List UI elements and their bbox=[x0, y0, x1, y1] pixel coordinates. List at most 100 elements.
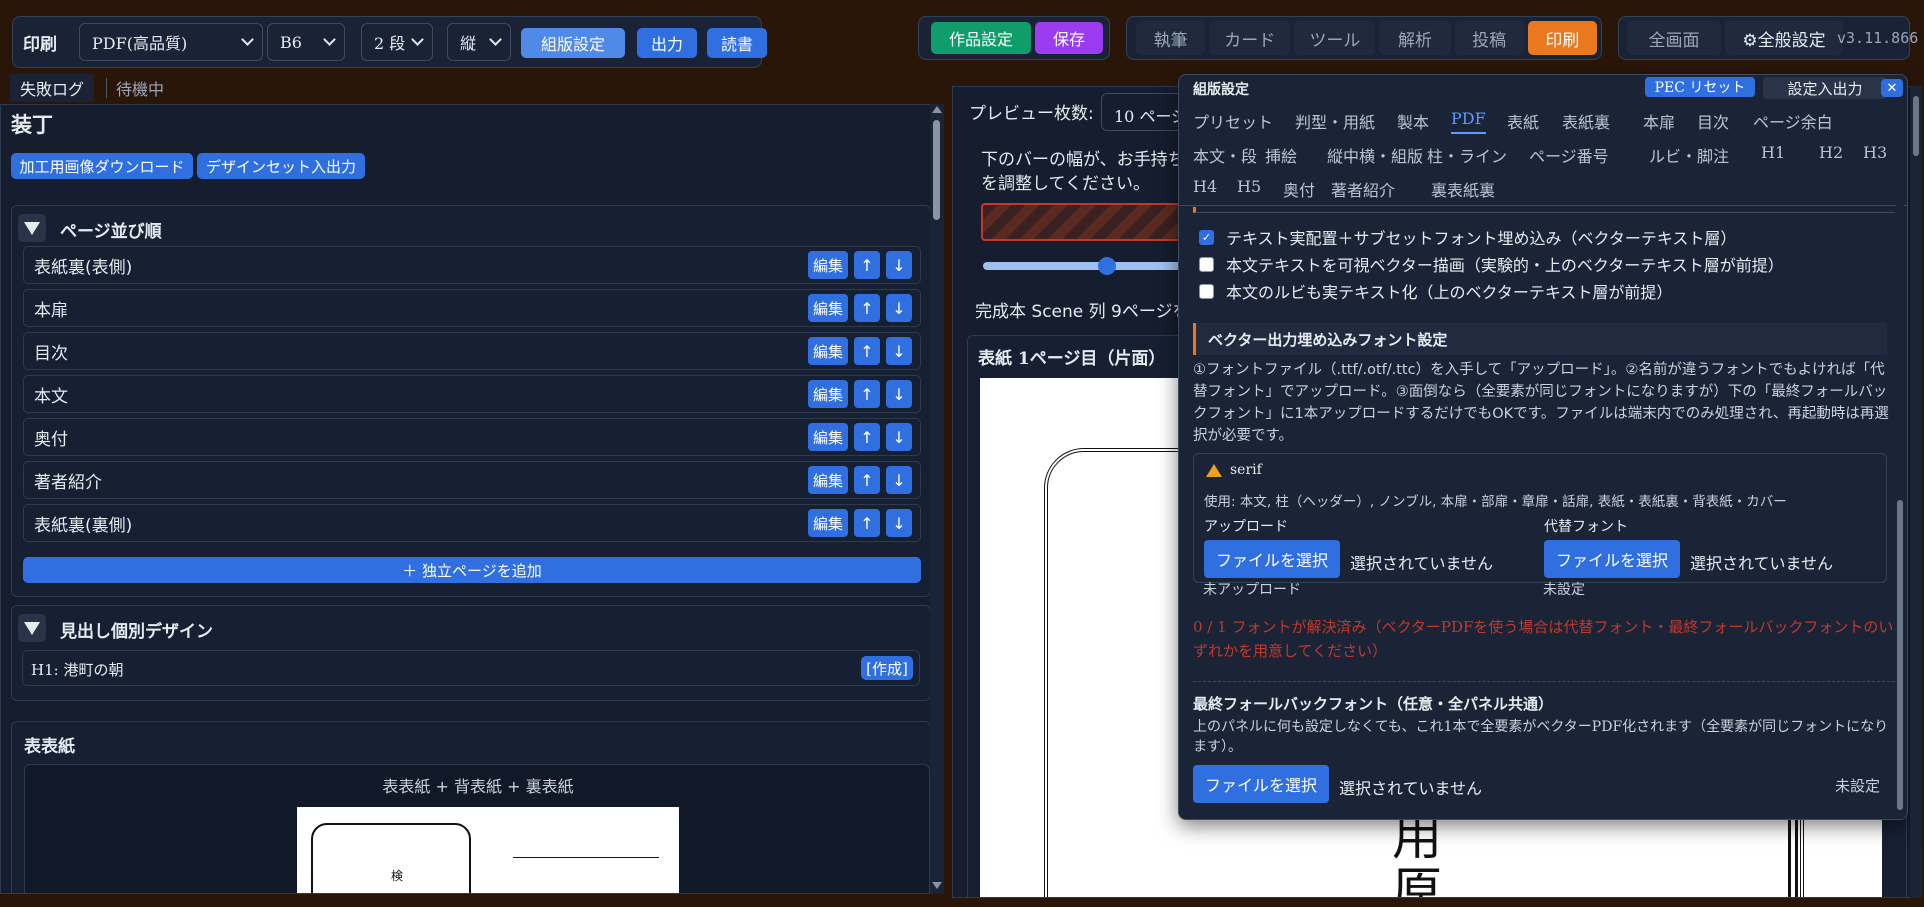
width-slider-thumb[interactable] bbox=[1098, 257, 1117, 275]
move-down-icon[interactable]: ↓ bbox=[886, 251, 912, 279]
format-select[interactable]: PDF(高品質) bbox=[79, 23, 263, 61]
download-image-button[interactable]: 加工用画像ダウンロード bbox=[11, 153, 193, 179]
scroll-up-icon[interactable] bbox=[932, 106, 942, 113]
size-select[interactable]: B6 bbox=[267, 23, 345, 61]
move-down-icon[interactable]: ↓ bbox=[886, 423, 912, 451]
tab-tools[interactable]: ツール bbox=[1294, 21, 1376, 55]
dialog-tab[interactable]: 裏表紙裏 bbox=[1431, 177, 1495, 201]
move-up-icon[interactable]: ↑ bbox=[854, 380, 880, 408]
width-slider-track[interactable] bbox=[983, 262, 1183, 270]
move-down-icon[interactable]: ↓ bbox=[886, 509, 912, 537]
output-button[interactable]: 出力 bbox=[637, 28, 697, 58]
read-button[interactable]: 読書 bbox=[707, 28, 767, 58]
page-order-row: 表紙裏(裏側) 編集 ↑ ↓ bbox=[23, 504, 921, 542]
edit-button[interactable]: 編集 bbox=[808, 509, 848, 537]
chevron-down-icon bbox=[411, 33, 424, 46]
move-up-icon[interactable]: ↑ bbox=[854, 466, 880, 494]
edit-button[interactable]: 編集 bbox=[808, 337, 848, 365]
page-label: 表紙 1ページ目（片面） bbox=[978, 349, 1166, 369]
move-up-icon[interactable]: ↑ bbox=[854, 251, 880, 279]
edit-button[interactable]: 編集 bbox=[808, 466, 848, 494]
dialog-tab[interactable]: 表紙 bbox=[1507, 109, 1539, 133]
general-settings-button[interactable]: ⚙全般設定 bbox=[1725, 21, 1843, 55]
edit-button[interactable]: 編集 bbox=[808, 423, 848, 451]
dialog-tab[interactable]: H1 bbox=[1761, 143, 1785, 162]
move-down-icon[interactable]: ↓ bbox=[886, 294, 912, 322]
scroll-thumb[interactable] bbox=[933, 120, 940, 220]
tab-post[interactable]: 投稿 bbox=[1454, 21, 1524, 55]
upload-file-button[interactable]: ファイルを選択 bbox=[1204, 540, 1340, 578]
designset-io-button[interactable]: デザインセット入出力 bbox=[197, 153, 365, 179]
pdf-option-label: 本文テキストを可視ベクター描画（実験的・上のベクターテキスト層が前提） bbox=[1226, 256, 1784, 275]
page-scroll-thumb[interactable] bbox=[1913, 96, 1919, 156]
alt-font-file-button[interactable]: ファイルを選択 bbox=[1544, 540, 1680, 578]
upload-file-status: 選択されていません bbox=[1350, 554, 1494, 573]
dialog-tab[interactable]: ページ番号 bbox=[1529, 143, 1609, 167]
checkbox-checked-icon[interactable]: ✓ bbox=[1199, 229, 1214, 245]
collapse-toggle-icon[interactable] bbox=[18, 614, 46, 642]
dialog-tab[interactable]: H5 bbox=[1237, 177, 1261, 196]
edit-button[interactable]: 編集 bbox=[808, 251, 848, 279]
orientation-select[interactable]: 縦 bbox=[447, 23, 511, 61]
tab-write[interactable]: 執筆 bbox=[1136, 21, 1206, 55]
dialog-tab[interactable]: 本扉 bbox=[1643, 109, 1675, 133]
save-button[interactable]: 保存 bbox=[1035, 22, 1103, 54]
dialog-scroll-thumb[interactable] bbox=[1897, 500, 1903, 810]
project-controls: 作品設定 保存 bbox=[918, 16, 1110, 60]
pdf-option-row[interactable]: 本文テキストを可視ベクター描画（実験的・上のベクターテキスト層が前提） bbox=[1199, 252, 1784, 276]
project-settings-button[interactable]: 作品設定 bbox=[931, 22, 1031, 54]
dialog-tab[interactable]: H2 bbox=[1819, 143, 1843, 162]
move-down-icon[interactable]: ↓ bbox=[886, 337, 912, 365]
dialog-tab[interactable]: 目次 bbox=[1697, 109, 1729, 133]
tab-print[interactable]: 印刷 bbox=[1527, 21, 1597, 55]
dialog-tab[interactable]: プリセット bbox=[1193, 109, 1273, 133]
dialog-tab[interactable]: H3 bbox=[1863, 143, 1887, 162]
dialog-tab[interactable]: ページ余白 bbox=[1753, 109, 1833, 133]
layout-settings-button[interactable]: 組版設定 bbox=[521, 28, 625, 58]
close-icon[interactable]: ✕ bbox=[1881, 79, 1903, 97]
tab-card[interactable]: カード bbox=[1209, 21, 1291, 55]
move-up-icon[interactable]: ↑ bbox=[854, 294, 880, 322]
toolbar-title: 印刷 bbox=[23, 35, 57, 55]
move-down-icon[interactable]: ↓ bbox=[886, 380, 912, 408]
pdf-option-row[interactable]: ✓ テキスト実配置＋サブセットフォント埋め込み（ベクターテキスト層） bbox=[1199, 225, 1736, 249]
settings-io-button[interactable]: 設定入出力 bbox=[1763, 77, 1887, 99]
move-up-icon[interactable]: ↑ bbox=[854, 337, 880, 365]
alt-font-file-status: 選択されていません bbox=[1690, 554, 1834, 573]
tab-failed-log[interactable]: 失敗ログ bbox=[10, 74, 95, 102]
dialog-tab[interactable]: 柱・ライン bbox=[1427, 143, 1507, 167]
fallback-file-button[interactable]: ファイルを選択 bbox=[1193, 765, 1329, 803]
fullscreen-button[interactable]: 全画面 bbox=[1627, 21, 1721, 55]
dialog-tab[interactable]: 判型・用紙 bbox=[1295, 109, 1375, 133]
tab-analysis[interactable]: 解析 bbox=[1379, 21, 1451, 55]
reset-button[interactable]: PEC リセット bbox=[1645, 77, 1755, 97]
checkbox[interactable] bbox=[1199, 256, 1214, 272]
dialog-tab[interactable]: 製本 bbox=[1397, 109, 1429, 133]
page-scrollbar[interactable] bbox=[1910, 86, 1922, 898]
dialog-tab[interactable]: 挿絵 bbox=[1265, 143, 1297, 167]
dialog-tab[interactable]: ルビ・脚注 bbox=[1649, 143, 1729, 167]
move-up-icon[interactable]: ↑ bbox=[854, 509, 880, 537]
edit-button[interactable]: 編集 bbox=[808, 294, 848, 322]
checkbox[interactable] bbox=[1199, 283, 1214, 299]
dialog-tab[interactable]: 著者紹介 bbox=[1331, 177, 1395, 201]
dialog-tab[interactable]: H4 bbox=[1193, 177, 1217, 196]
dialog-scrollbar[interactable] bbox=[1896, 200, 1904, 816]
tab-waiting[interactable]: 待機中 bbox=[116, 76, 164, 100]
collapse-toggle-icon[interactable] bbox=[18, 214, 46, 242]
move-down-icon[interactable]: ↓ bbox=[886, 466, 912, 494]
pdf-option-row[interactable]: 本文のルビも実テキスト化（上のベクターテキスト層が前提） bbox=[1199, 279, 1672, 303]
dialog-tab[interactable]: 縦中横・組版 bbox=[1327, 143, 1423, 167]
dialog-tab[interactable]: 本文・段 bbox=[1193, 143, 1257, 167]
add-page-button[interactable]: ＋ 独立ページを追加 bbox=[23, 557, 921, 583]
scroll-down-icon[interactable] bbox=[932, 882, 942, 889]
edit-button[interactable]: 編集 bbox=[808, 380, 848, 408]
dialog-tab[interactable]: 表紙裏 bbox=[1562, 109, 1610, 133]
columns-select[interactable]: 2 段 bbox=[361, 23, 433, 61]
left-scrollbar[interactable] bbox=[930, 104, 944, 894]
create-heading-button[interactable]: [作成] bbox=[861, 656, 913, 680]
dialog-tab[interactable]: 奥付 bbox=[1283, 177, 1315, 201]
move-up-icon[interactable]: ↑ bbox=[854, 423, 880, 451]
size-value: B6 bbox=[280, 32, 302, 52]
dialog-tab[interactable]: PDF bbox=[1451, 109, 1486, 134]
